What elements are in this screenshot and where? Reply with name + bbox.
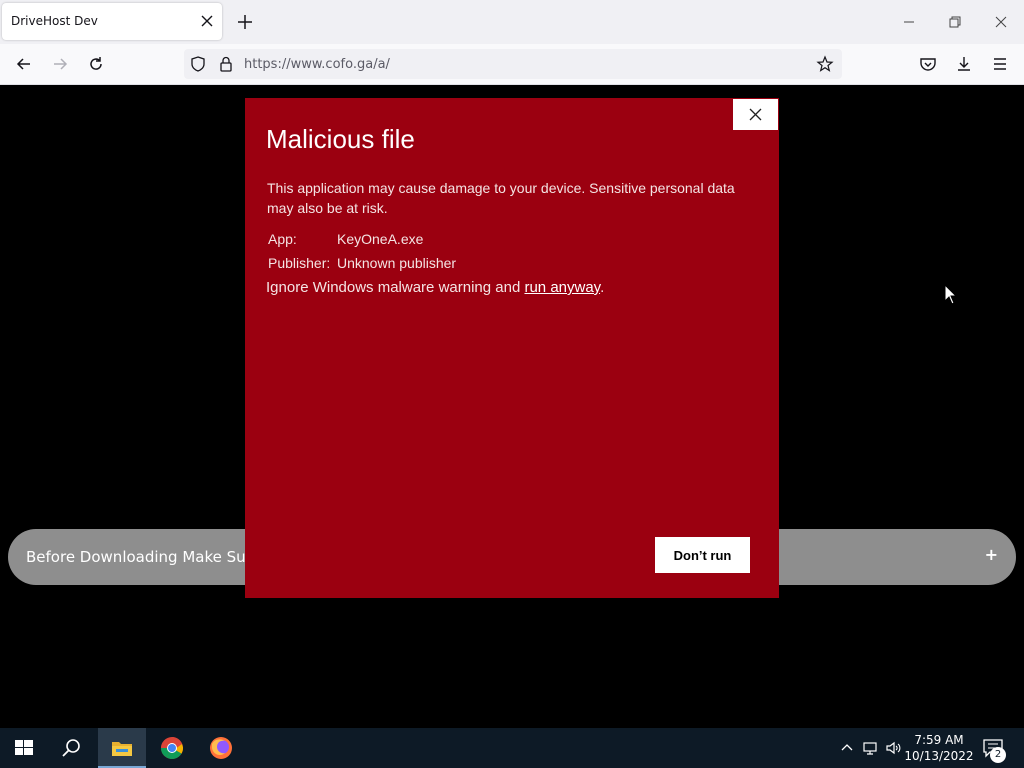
- nav-bar: https://www.cofo.ga/a/: [0, 44, 1024, 85]
- new-tab-icon[interactable]: [235, 12, 255, 32]
- start-button[interactable]: [0, 728, 48, 768]
- app-value: KeyOneA.exe: [337, 231, 424, 247]
- lock-icon[interactable]: [217, 55, 235, 73]
- publisher-value: Unknown publisher: [337, 255, 457, 271]
- taskbar-firefox[interactable]: [197, 728, 245, 768]
- publisher-row: Publisher: Unknown publisher: [268, 255, 456, 271]
- page-content: Before Downloading Make Sure + Malicious…: [0, 85, 1024, 728]
- mouse-cursor-icon: [944, 284, 958, 305]
- reload-icon[interactable]: [86, 54, 106, 74]
- accordion-label: Before Downloading Make Sure: [26, 548, 261, 566]
- dialog-title: Malicious file: [266, 124, 415, 154]
- taskbar-chrome[interactable]: [148, 728, 196, 768]
- browser-tab[interactable]: DriveHost Dev: [2, 3, 222, 40]
- clock-date: 10/13/2022: [904, 749, 974, 763]
- chrome-icon: [161, 737, 183, 759]
- ignore-suffix: .: [600, 279, 605, 296]
- dialog-close-button[interactable]: [733, 99, 778, 130]
- network-icon[interactable]: [862, 740, 878, 756]
- tracking-shield-icon[interactable]: [189, 55, 207, 73]
- close-icon: [749, 108, 762, 121]
- search-button[interactable]: [48, 728, 96, 768]
- menu-hamburger-icon[interactable]: [990, 54, 1010, 74]
- app-row: App: KeyOneA.exe: [268, 231, 423, 247]
- taskbar-file-explorer[interactable]: [98, 728, 146, 768]
- publisher-key: Publisher:: [268, 255, 331, 271]
- url-text: https://www.cofo.ga/a/: [244, 57, 390, 72]
- volume-icon[interactable]: [885, 740, 901, 756]
- expand-plus-icon[interactable]: +: [985, 545, 998, 564]
- minimize-icon[interactable]: [899, 12, 919, 32]
- url-bar[interactable]: https://www.cofo.ga/a/: [184, 49, 842, 79]
- ignore-warning-text: Ignore Windows malware warning and run a…: [266, 279, 604, 296]
- dont-run-button[interactable]: Don’t run: [655, 537, 750, 573]
- firefox-icon: [210, 737, 232, 759]
- taskbar-clock[interactable]: 7:59 AM 10/13/2022: [904, 732, 974, 764]
- tab-bar: DriveHost Dev: [0, 0, 1024, 44]
- run-anyway-link[interactable]: run anyway: [524, 279, 600, 296]
- taskbar: 7:59 AM 10/13/2022 2: [0, 728, 1024, 768]
- forward-icon[interactable]: [50, 54, 70, 74]
- restore-icon[interactable]: [945, 12, 965, 32]
- downloads-icon[interactable]: [954, 54, 974, 74]
- file-explorer-icon: [112, 742, 132, 756]
- notification-count-badge: 2: [990, 747, 1006, 763]
- dialog-description: This application may cause damage to you…: [267, 180, 735, 216]
- app-key: App:: [268, 231, 297, 247]
- close-window-icon[interactable]: [991, 12, 1011, 32]
- search-icon: [62, 739, 80, 757]
- back-icon[interactable]: [14, 54, 34, 74]
- show-hidden-icons-chevron-icon[interactable]: [839, 740, 855, 756]
- ignore-prefix: Ignore Windows malware warning and: [266, 279, 525, 296]
- close-tab-icon[interactable]: [198, 12, 216, 30]
- windows-start-icon: [15, 740, 33, 755]
- tab-title: DriveHost Dev: [11, 14, 98, 28]
- malicious-file-dialog: Malicious file This application may caus…: [245, 98, 779, 598]
- pocket-icon[interactable]: [918, 54, 938, 74]
- bookmark-star-icon[interactable]: [816, 55, 834, 73]
- clock-time: 7:59 AM: [914, 733, 964, 747]
